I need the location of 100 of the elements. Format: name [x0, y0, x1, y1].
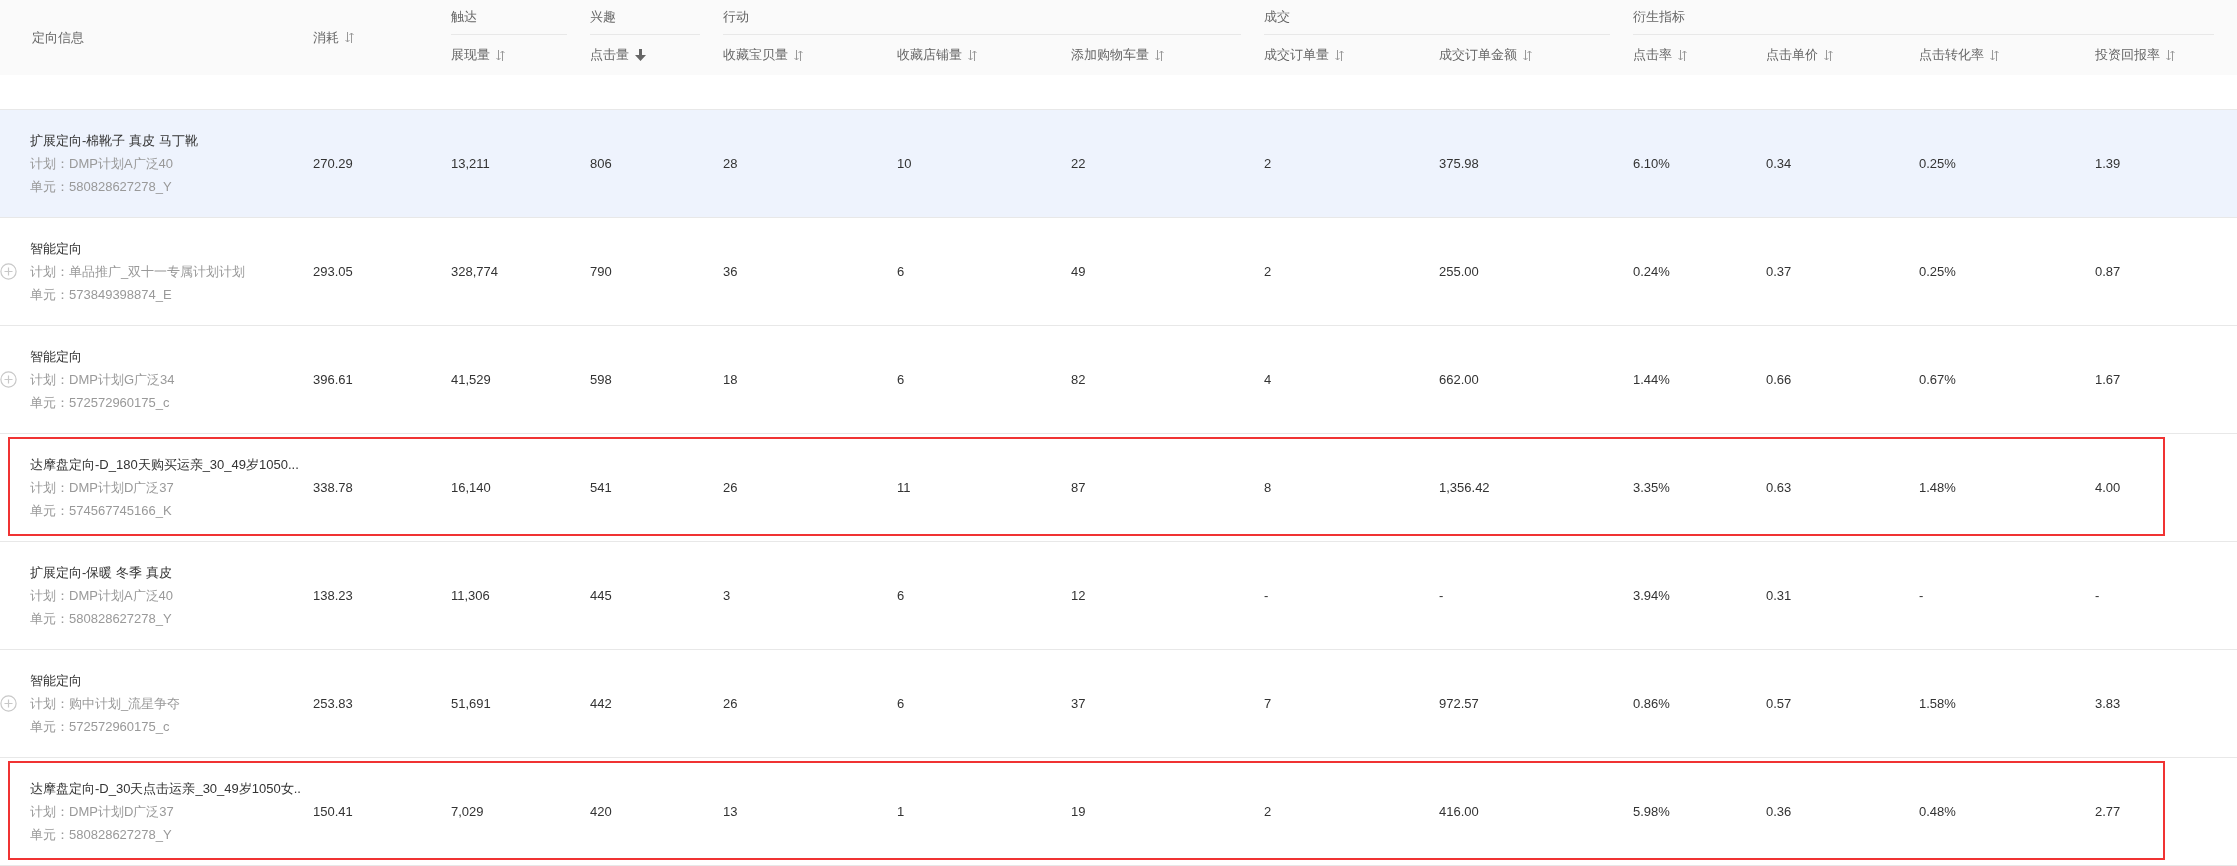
column-header[interactable]: 成交订单金额 — [1439, 46, 1532, 64]
table-cell: 270.29 — [313, 156, 353, 171]
table-cell: 8 — [1264, 480, 1272, 495]
table-cell: 7 — [1264, 696, 1272, 711]
unit-label: 单元：572572960175_c — [30, 393, 171, 412]
targeting-name: 智能定向 — [30, 347, 83, 366]
table-cell: 2.77 — [2095, 804, 2121, 819]
table-cell: 0.24% — [1633, 264, 1670, 279]
column-group-header: 衍生指标 — [1633, 8, 1685, 26]
table-cell: 6 — [897, 696, 905, 711]
table-cell: 1,356.42 — [1439, 480, 1490, 495]
column-header[interactable]: 投资回报率 — [2095, 46, 2175, 64]
sort-icon[interactable] — [1155, 49, 1164, 61]
column-header: 定向信息 — [32, 28, 84, 47]
table-cell: 3.35% — [1633, 480, 1670, 495]
table-cell: 1.39 — [2095, 156, 2121, 171]
column-group-header: 兴趣 — [590, 8, 616, 26]
table-cell: 138.23 — [313, 588, 353, 603]
table-cell: 2 — [1264, 156, 1272, 171]
table-cell: 328,774 — [451, 264, 498, 279]
table-cell: 13 — [723, 804, 738, 819]
targeting-name: 达摩盘定向-D_180天购买运亲_30_49岁1050... — [30, 455, 300, 474]
unit-label: 单元：580828627278_Y — [30, 609, 173, 628]
table-cell: 150.41 — [313, 804, 353, 819]
table-cell: 7,029 — [451, 804, 484, 819]
table-cell: 26 — [723, 696, 738, 711]
sort-icon[interactable] — [1990, 49, 1999, 61]
table-cell: - — [1919, 588, 1924, 603]
table-cell: 37 — [1071, 696, 1086, 711]
targeting-name: 达摩盘定向-D_30天点击运亲_30_49岁1050女.. — [30, 779, 302, 798]
expand-icon[interactable] — [0, 694, 17, 712]
unit-label: 单元：580828627278_Y — [30, 177, 173, 196]
table-row[interactable]: 达摩盘定向-D_180天购买运亲_30_49岁1050... 计划：DMP计划D广泛37 单元：574567745166_K 338.78 16,140 541 26 11 87 8 1,356.42 3.35% 0.63 1.48% 4.00 — [0, 434, 2237, 542]
targeting-name: 智能定向 — [30, 239, 83, 258]
column-header[interactable]: 点击量 — [590, 46, 646, 64]
table-cell: 0.48% — [1919, 804, 1956, 819]
table-cell: 255.00 — [1439, 264, 1479, 279]
sort-descending-icon[interactable] — [635, 49, 646, 61]
sort-icon[interactable] — [1335, 49, 1344, 61]
column-header[interactable]: 点击转化率 — [1919, 46, 1999, 64]
column-header[interactable]: 展现量 — [451, 46, 505, 64]
table-cell: 3 — [723, 588, 731, 603]
table-cell: 790 — [590, 264, 612, 279]
sort-icon[interactable] — [1678, 49, 1687, 61]
table-cell: 16,140 — [451, 480, 491, 495]
table-cell: 0.87 — [2095, 264, 2121, 279]
table-cell: 11 — [897, 480, 911, 495]
sort-icon[interactable] — [345, 32, 354, 43]
column-header[interactable]: 成交订单量 — [1264, 46, 1344, 64]
plan-label: 计划：DMP计划A广泛40 — [30, 586, 175, 605]
sort-icon[interactable] — [968, 49, 977, 61]
sort-icon[interactable] — [1523, 49, 1532, 61]
table-cell: 49 — [1071, 264, 1086, 279]
table-cell: 87 — [1071, 480, 1086, 495]
table-cell: 1.67 — [2095, 372, 2121, 387]
plan-label: 计划：DMP计划D广泛37 — [30, 802, 175, 821]
table-cell: 541 — [590, 480, 612, 495]
unit-label: 单元：572572960175_c — [30, 717, 171, 736]
table-cell: 0.63 — [1766, 480, 1792, 495]
table-cell: 445 — [590, 588, 612, 603]
table-cell: 3.83 — [2095, 696, 2121, 711]
table-cell: 1 — [897, 804, 905, 819]
sort-icon[interactable] — [496, 49, 505, 61]
table-cell: 3.94% — [1633, 588, 1670, 603]
table-cell: 253.83 — [313, 696, 353, 711]
table-row[interactable]: 达摩盘定向-D_30天点击运亲_30_49岁1050女.. 计划：DMP计划D广泛37 单元：580828627278_Y 150.41 7,029 420 13 1 19 2 416.00 5.98% 0.36 0.48% 2.77 — [0, 758, 2237, 866]
plan-label: 计划：购中计划_流星争夺 — [30, 694, 182, 713]
table-cell: 0.25% — [1919, 156, 1956, 171]
sort-icon[interactable] — [2166, 49, 2175, 61]
column-header[interactable]: 点击率 — [1633, 46, 1687, 64]
table-cell: 0.25% — [1919, 264, 1956, 279]
table-cell: 598 — [590, 372, 612, 387]
table-cell: 293.05 — [313, 264, 353, 279]
table-cell: 26 — [723, 480, 738, 495]
table-cell: 0.34 — [1766, 156, 1792, 171]
table-cell: 0.57 — [1766, 696, 1792, 711]
column-header[interactable]: 添加购物车量 — [1071, 46, 1164, 64]
column-header[interactable]: 消耗 — [313, 28, 354, 47]
expand-icon[interactable] — [0, 370, 17, 388]
column-header[interactable]: 收藏宝贝量 — [723, 46, 803, 64]
table-cell: - — [1264, 588, 1269, 603]
table-cell: 662.00 — [1439, 372, 1479, 387]
table-cell: 36 — [723, 264, 738, 279]
table-cell: 10 — [897, 156, 912, 171]
table-cell: 6 — [897, 372, 905, 387]
expand-icon[interactable] — [0, 262, 17, 280]
table-cell: 1.58% — [1919, 696, 1956, 711]
table-cell: 13,211 — [451, 156, 490, 171]
column-header[interactable]: 点击单价 — [1766, 46, 1833, 64]
table-cell: 28 — [723, 156, 738, 171]
table-cell: 2 — [1264, 804, 1272, 819]
table-cell: - — [2095, 588, 2100, 603]
table-cell: 51,691 — [451, 696, 491, 711]
table-row[interactable]: 扩展定向-棉靴子 真皮 马丁靴 计划：DMP计划A广泛40 单元：580828627278_Y 270.29 13,211 806 28 10 22 2 375.98 6.10% 0.34 0.25% 1.39 — [0, 110, 2237, 218]
column-group-header: 触达 — [451, 8, 477, 26]
plan-label: 计划：DMP计划A广泛40 — [30, 154, 175, 173]
sort-icon[interactable] — [794, 49, 803, 61]
column-header[interactable]: 收藏店铺量 — [897, 46, 977, 64]
table-cell: 375.98 — [1439, 156, 1479, 171]
sort-icon[interactable] — [1824, 49, 1833, 61]
